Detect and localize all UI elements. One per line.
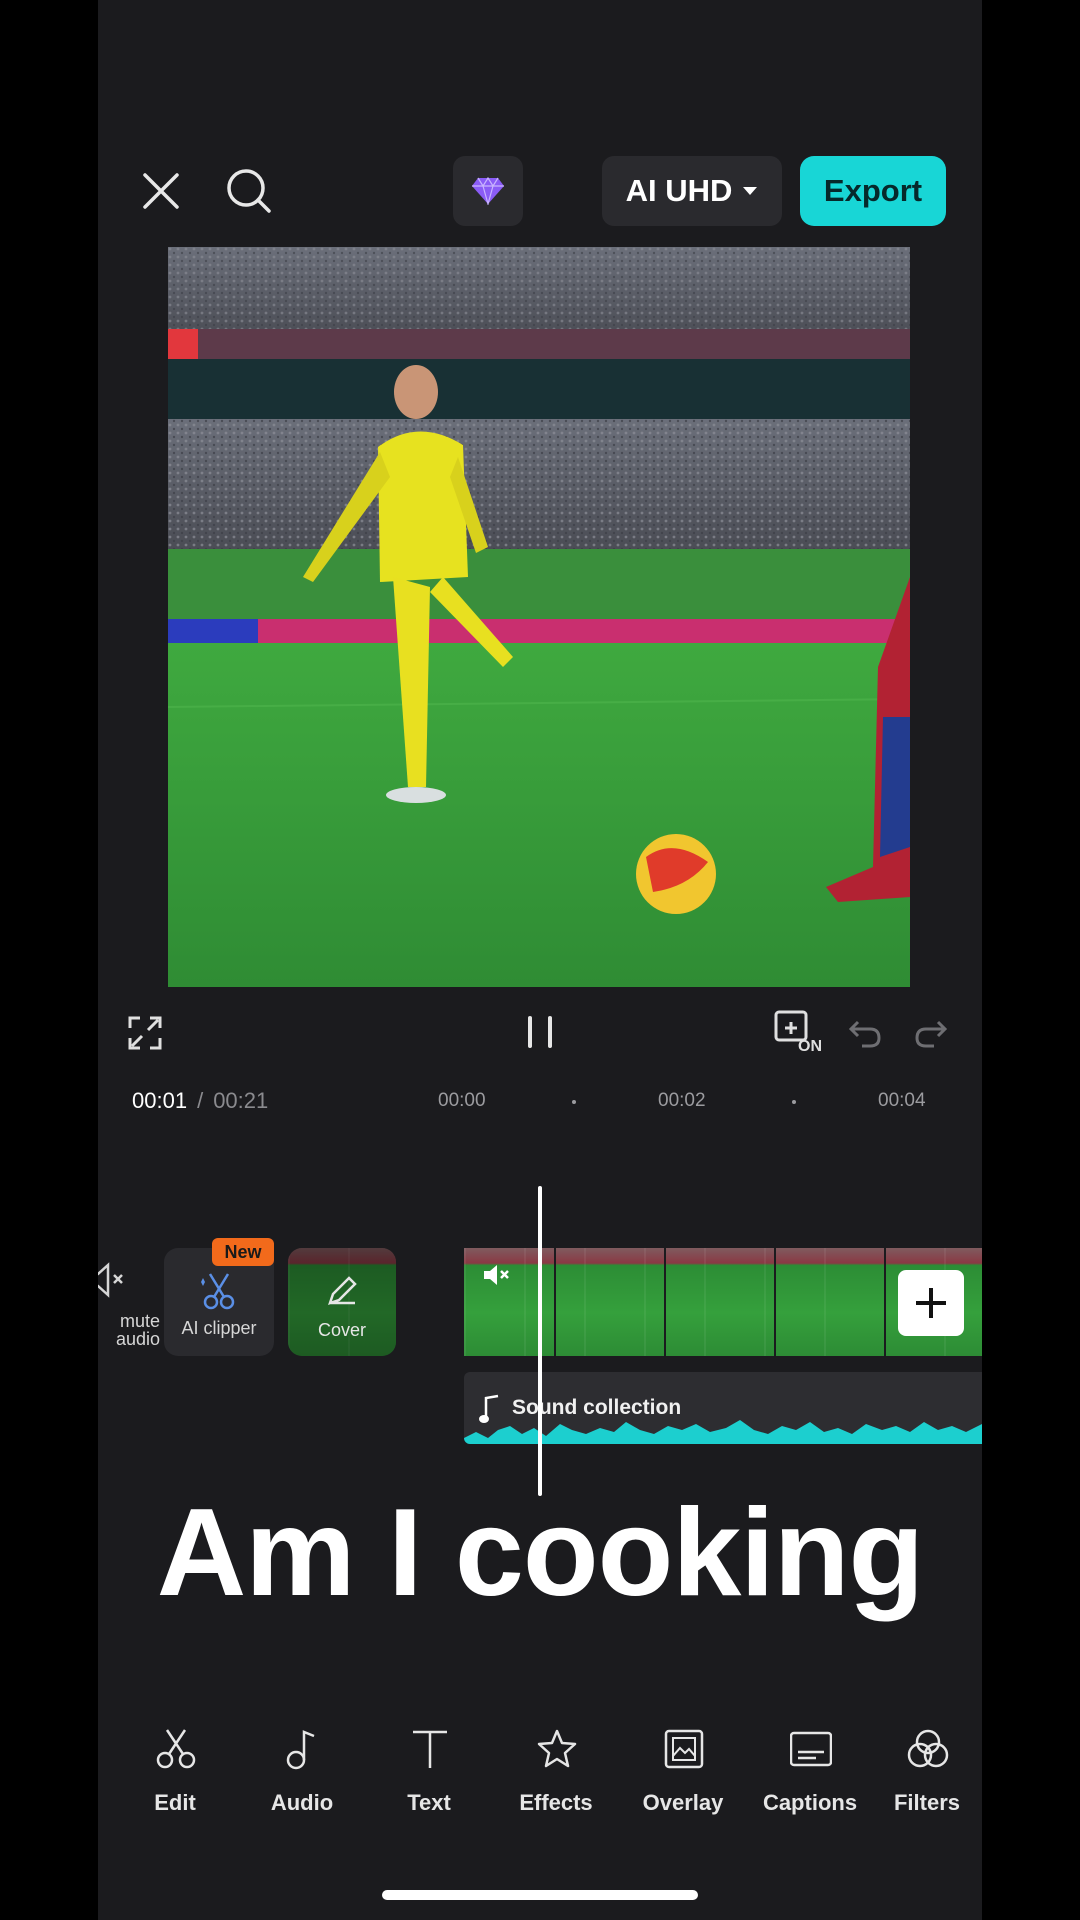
undo-button[interactable] [846,1014,884,1052]
close-icon [143,173,179,209]
music-note-icon [286,1730,315,1770]
current-time: 00:01 [132,1088,188,1113]
text-icon [413,1730,447,1768]
clip-divider [664,1248,666,1356]
mute-audio-button[interactable]: mute audio [98,1256,168,1356]
pause-button[interactable] [518,1010,562,1054]
editor-screen: AI UHD Export ON 00:01 / 00:21 00:00 00:… [98,0,982,1920]
toolbar-filters[interactable]: Filters [864,1728,982,1818]
caption-overlay-text: Am I cooking [156,1484,925,1622]
toolbar-audio-label: Audio [270,1790,334,1815]
diamond-icon [472,177,504,205]
ruler-mark-2: 00:04 [878,1090,926,1111]
new-badge: New [212,1238,274,1266]
quality-dropdown[interactable]: AI UHD [602,156,782,226]
toolbar-audio[interactable]: Audio [239,1728,365,1818]
ruler-mark-0: 00:00 [438,1090,486,1111]
clip-muted-icon [484,1265,509,1285]
ruler-tick [792,1100,796,1104]
fullscreen-button[interactable] [126,1014,164,1052]
ai-clipper-label: AI clipper [181,1318,257,1338]
plus-icon [916,1288,946,1318]
undo-icon [848,1020,881,1048]
export-button[interactable]: Export [800,156,946,226]
toolbar-effects[interactable]: Effects [493,1728,619,1818]
filters-icon [907,1729,949,1768]
toolbar-edit-label: Edit [154,1790,196,1815]
playhead[interactable] [538,1186,542,1496]
quality-label: AI UHD [625,173,733,208]
ruler-mark-1: 00:02 [658,1090,706,1111]
expand-icon [128,1016,162,1050]
ruler-tick [572,1100,576,1104]
close-button[interactable] [138,168,184,214]
toolbar-effects-label: Effects [519,1790,593,1815]
keyframe-state: ON [798,1038,822,1055]
ai-scissors-icon [201,1273,235,1310]
toolbar-filters-label: Filters [893,1790,961,1815]
total-time: 00:21 [213,1088,269,1113]
captions-icon [790,1731,832,1767]
clip-divider [774,1248,776,1356]
toolbar-captions-label: Captions [762,1790,858,1815]
export-label: Export [823,173,923,208]
toolbar-text[interactable]: Text [366,1728,492,1818]
cover-button[interactable]: Cover [288,1248,396,1356]
search-icon [227,169,271,213]
cover-label: Cover [317,1320,366,1340]
redo-icon [915,1020,948,1048]
clip-divider [884,1248,886,1356]
video-preview[interactable] [168,247,910,987]
new-badge-label: New [224,1241,262,1262]
keyframe-toggle[interactable]: ON [774,1010,826,1058]
premium-button[interactable] [453,156,523,226]
star-effects-icon [537,1729,577,1768]
overlay-icon [664,1729,704,1769]
pause-icon [528,1016,552,1048]
add-clip-button[interactable] [898,1270,964,1336]
search-button[interactable] [224,166,274,216]
redo-button[interactable] [912,1014,950,1052]
scissors-icon [156,1729,196,1769]
caret-down-icon [743,187,758,195]
mute-audio-label: mute audio [115,1311,160,1349]
pencil-icon [328,1276,357,1305]
toolbar-overlay-label: Overlay [642,1790,724,1815]
preview-frame [168,247,910,987]
home-indicator[interactable] [382,1890,698,1900]
clip-divider [554,1248,556,1356]
time-indicator: 00:01 / 00:21 [132,1088,268,1114]
time-separator: / [197,1088,204,1113]
toolbar-text-label: Text [407,1790,451,1815]
toolbar-captions[interactable]: Captions [747,1728,873,1818]
toolbar-edit[interactable]: Edit [112,1728,238,1818]
toolbar-overlay[interactable]: Overlay [620,1728,746,1818]
mute-speaker-icon [98,1262,123,1298]
